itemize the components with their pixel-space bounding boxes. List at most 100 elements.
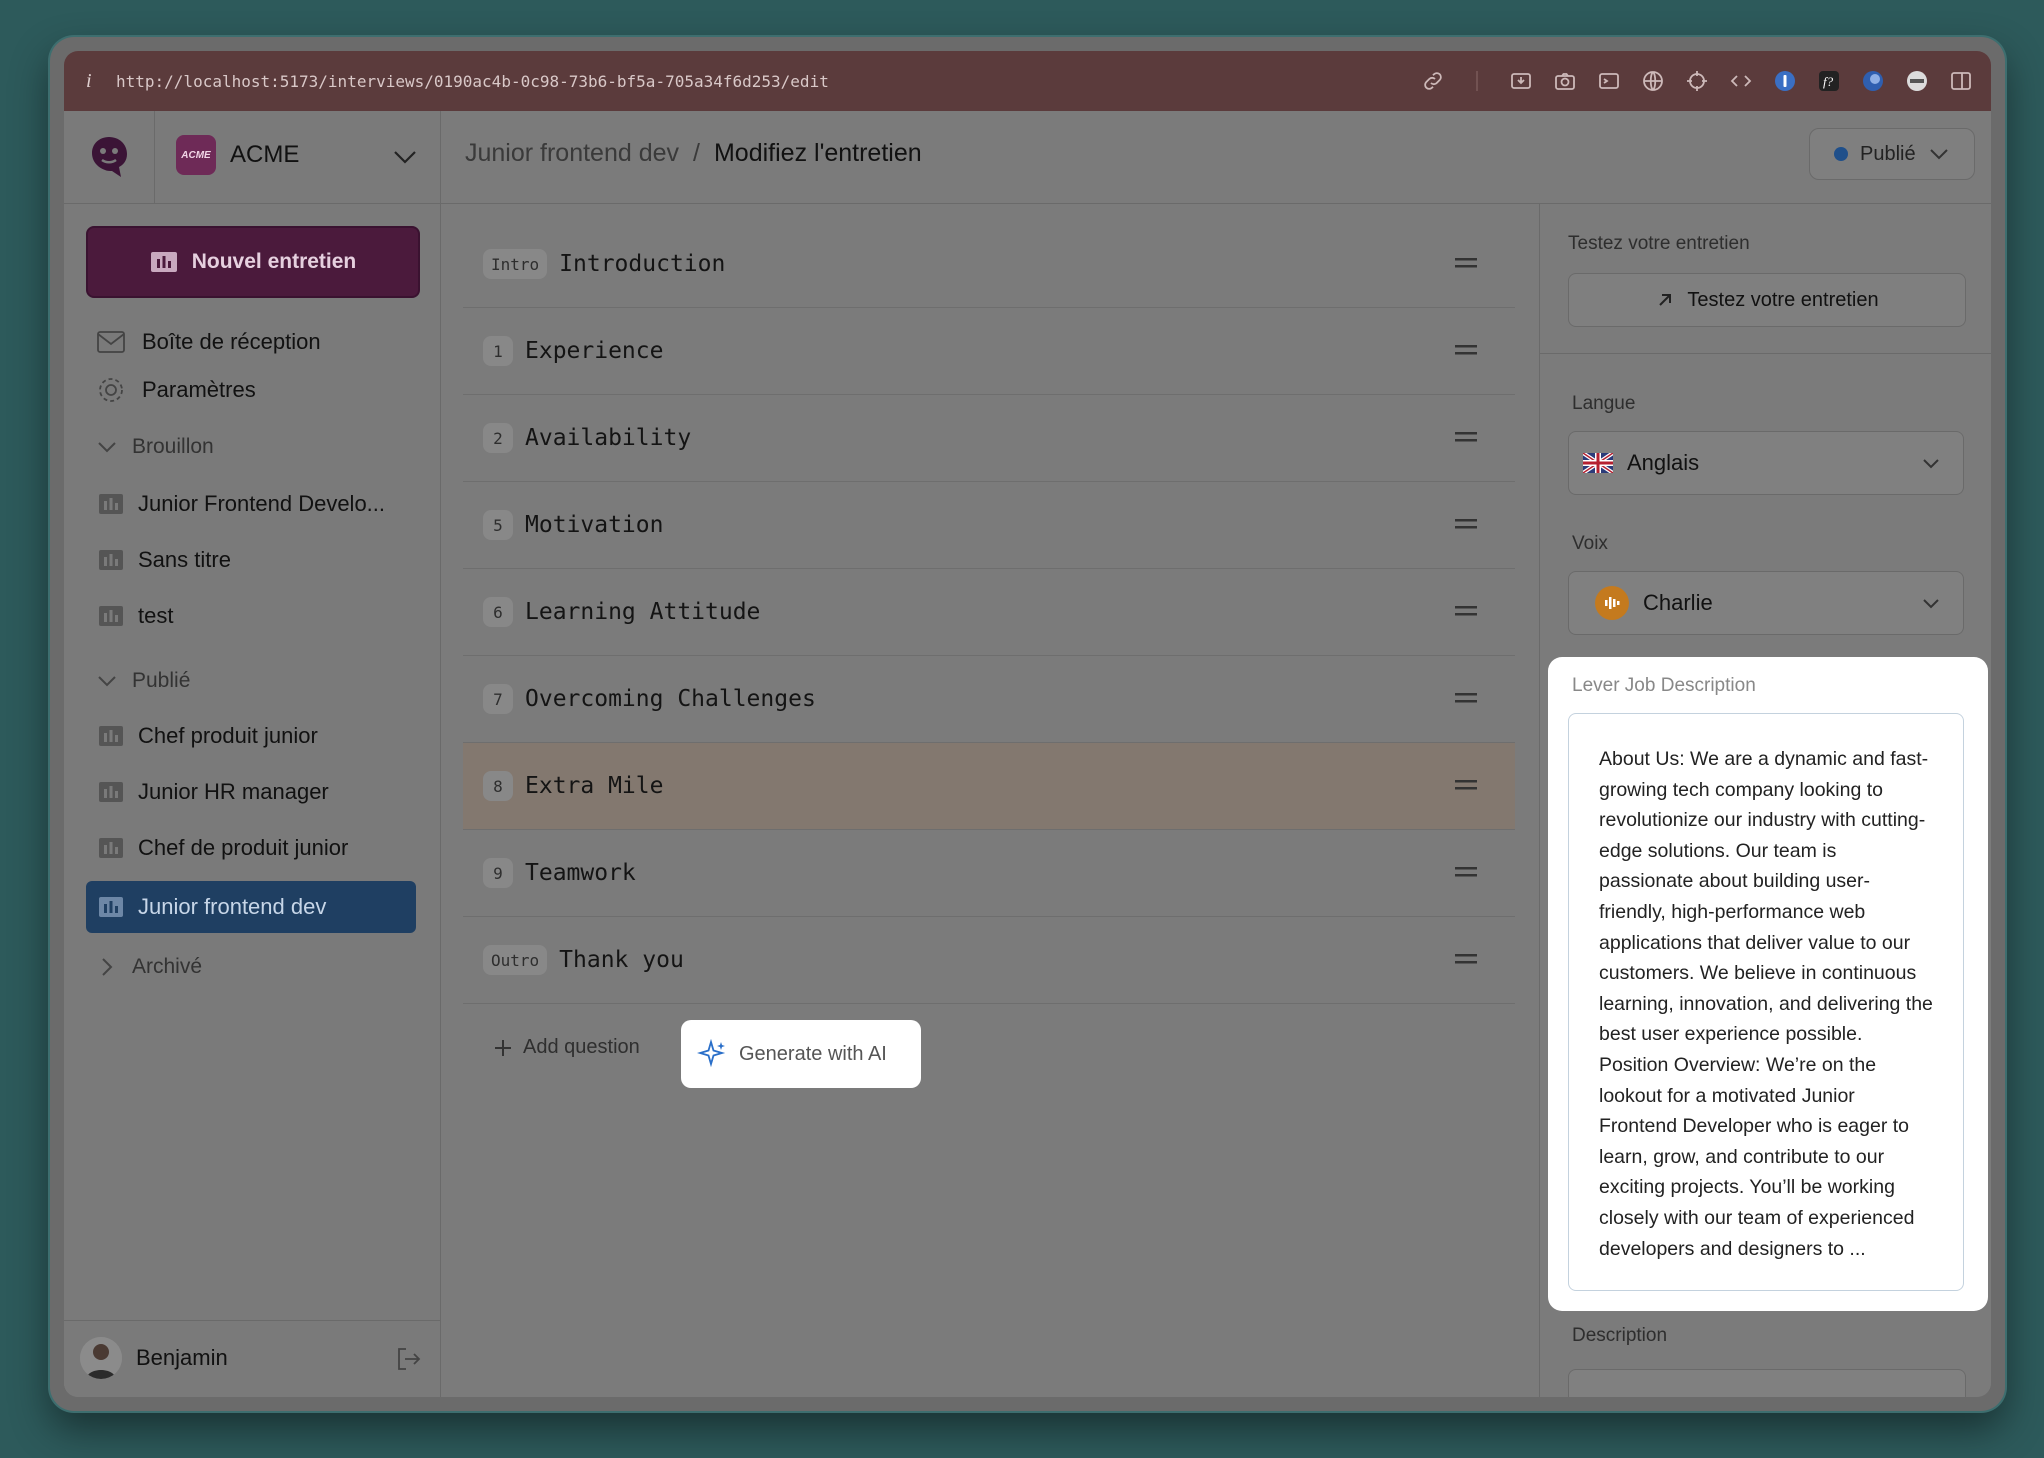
org-switcher[interactable]: ACME ACME xyxy=(176,135,299,175)
uk-flag-icon xyxy=(1583,453,1613,473)
description-label: Description xyxy=(1572,1325,1668,1346)
language-select[interactable]: Anglais xyxy=(1568,431,1964,495)
tree-item-junior-frontend-develo[interactable]: Junior Frontend Develo... xyxy=(98,491,385,517)
test-interview-button[interactable]: Testez votre entretien xyxy=(1568,273,1966,327)
question-row[interactable]: 1 Experience xyxy=(463,308,1515,395)
interview-icon xyxy=(99,550,123,570)
new-interview-label: Nouvel entretien xyxy=(191,250,357,273)
nav-settings[interactable]: Paramètres xyxy=(96,375,256,405)
nav-settings-label: Paramètres xyxy=(142,377,256,402)
status-dropdown[interactable]: Publié xyxy=(1809,128,1975,180)
extension-grey-icon[interactable] xyxy=(1905,69,1929,93)
interview-icon xyxy=(99,897,123,917)
tree-item-test[interactable]: test xyxy=(98,603,173,629)
download-icon[interactable] xyxy=(1509,69,1533,93)
tree-item-label: Chef de produit junior xyxy=(138,835,349,860)
tree-item-sans-titre[interactable]: Sans titre xyxy=(98,547,231,573)
question-row[interactable]: 2 Availability xyxy=(463,395,1515,482)
toolbar-divider xyxy=(1465,69,1489,93)
job-description-title: Lever Job Description xyxy=(1572,675,1756,696)
interview-icon xyxy=(99,726,123,746)
tree-item-junior-hr-manager[interactable]: Junior HR manager xyxy=(98,779,329,805)
status-dot-icon xyxy=(1834,147,1848,161)
extension-blue-icon[interactable] xyxy=(1861,69,1885,93)
interview-icon xyxy=(99,782,123,802)
drag-handle-icon[interactable] xyxy=(1455,690,1477,706)
new-interview-button[interactable]: Nouvel entretien xyxy=(86,226,420,298)
drag-handle-icon[interactable] xyxy=(1455,951,1477,967)
sidebar-toggle-icon[interactable] xyxy=(1949,69,1973,93)
voice-select[interactable]: Charlie xyxy=(1568,571,1964,635)
language-value: Anglais xyxy=(1627,450,1700,475)
section-published[interactable]: Publié xyxy=(96,669,190,693)
org-logo: ACME xyxy=(176,135,216,175)
org-name: ACME xyxy=(230,141,300,168)
code-icon[interactable] xyxy=(1729,69,1753,93)
logout-icon[interactable] xyxy=(394,1345,422,1373)
add-question-button[interactable]: Add question xyxy=(493,1036,640,1059)
logo-divider xyxy=(154,111,155,203)
drag-handle-icon[interactable] xyxy=(1455,429,1477,445)
add-question-label: Add question xyxy=(523,1036,640,1058)
interview-icon xyxy=(99,838,123,858)
question-row[interactable]: 5 Motivation xyxy=(463,482,1515,569)
interview-icon xyxy=(99,494,123,514)
drag-handle-icon[interactable] xyxy=(1455,603,1477,619)
section-archived[interactable]: Archivé xyxy=(96,955,202,979)
password-manager-icon[interactable] xyxy=(1773,69,1797,93)
chevron-down-icon[interactable] xyxy=(392,147,418,167)
question-row[interactable]: 9 Teamwork xyxy=(463,830,1515,917)
generate-with-ai-button[interactable]: Generate with AI xyxy=(681,1020,921,1088)
question-row[interactable]: Outro Thank you xyxy=(463,917,1515,1004)
nav-inbox[interactable]: Boîte de réception xyxy=(96,327,321,357)
drag-handle-icon[interactable] xyxy=(1455,864,1477,880)
link-icon[interactable] xyxy=(1421,69,1445,93)
tree-item-junior-frontend-dev[interactable]: Junior frontend dev xyxy=(86,881,416,933)
section-draft[interactable]: Brouillon xyxy=(96,435,214,459)
url-text[interactable]: http://localhost:5173/interviews/0190ac4… xyxy=(116,72,829,91)
question-row[interactable]: 8 Extra Mile xyxy=(463,743,1515,830)
crosshair-icon[interactable] xyxy=(1685,69,1709,93)
drag-handle-icon[interactable] xyxy=(1455,777,1477,793)
question-label: Availability xyxy=(525,425,692,451)
function-icon[interactable]: f? xyxy=(1817,69,1841,93)
voice-label: Voix xyxy=(1572,533,1608,554)
terminal-icon[interactable] xyxy=(1597,69,1621,93)
chevron-right-icon xyxy=(102,958,113,976)
tree-item-label: test xyxy=(138,603,174,628)
avatar[interactable] xyxy=(80,1337,122,1379)
generate-with-ai-label: Generate with AI xyxy=(739,1042,887,1065)
breadcrumb: Junior frontend dev / Modifiez l'entreti… xyxy=(465,139,922,168)
camera-icon[interactable] xyxy=(1553,69,1577,93)
drag-handle-icon[interactable] xyxy=(1455,342,1477,358)
tree-item-chef-produit-junior[interactable]: Chef produit junior xyxy=(98,723,318,749)
tree-item-label: Junior frontend dev xyxy=(138,894,327,919)
address-bar[interactable]: i http://localhost:5173/interviews/0190a… xyxy=(64,51,1991,111)
question-badge: 5 xyxy=(483,510,513,540)
drag-handle-icon[interactable] xyxy=(1455,255,1477,271)
job-description-textarea[interactable]: About Us: We are a dynamic and fast-grow… xyxy=(1568,713,1964,1291)
question-label: Overcoming Challenges xyxy=(525,686,816,712)
question-row[interactable]: 7 Overcoming Challenges xyxy=(463,656,1515,743)
question-badge: 8 xyxy=(483,771,513,801)
user-name: Benjamin xyxy=(136,1345,228,1370)
test-interview-label: Testez votre entretien xyxy=(1687,288,1879,311)
question-label: Motivation xyxy=(525,512,664,538)
tree-item-label: Junior Frontend Develo... xyxy=(138,491,386,516)
question-row[interactable]: 6 Learning Attitude xyxy=(463,569,1515,656)
sidebar: ACME ACME Nouvel entretien Boîte de réce… xyxy=(64,111,441,1397)
settings-panel: Testez votre entretien Testez votre entr… xyxy=(1539,203,1991,1397)
question-row[interactable]: Intro Introduction xyxy=(463,221,1515,308)
drag-handle-icon[interactable] xyxy=(1455,516,1477,532)
tree-item-chef-de-produit-junior[interactable]: Chef de produit junior xyxy=(98,835,348,861)
question-badge: Intro xyxy=(483,249,548,279)
description-field[interactable] xyxy=(1568,1369,1966,1397)
site-info-icon[interactable]: i xyxy=(86,70,104,93)
interview-icon xyxy=(150,252,177,272)
breadcrumb-separator: / xyxy=(693,139,700,167)
globe-icon[interactable] xyxy=(1641,69,1665,93)
question-label: Teamwork xyxy=(525,860,636,886)
sparkle-icon xyxy=(697,1039,726,1068)
app-logo-icon[interactable] xyxy=(86,133,132,183)
breadcrumb-parent[interactable]: Junior frontend dev xyxy=(465,139,679,168)
